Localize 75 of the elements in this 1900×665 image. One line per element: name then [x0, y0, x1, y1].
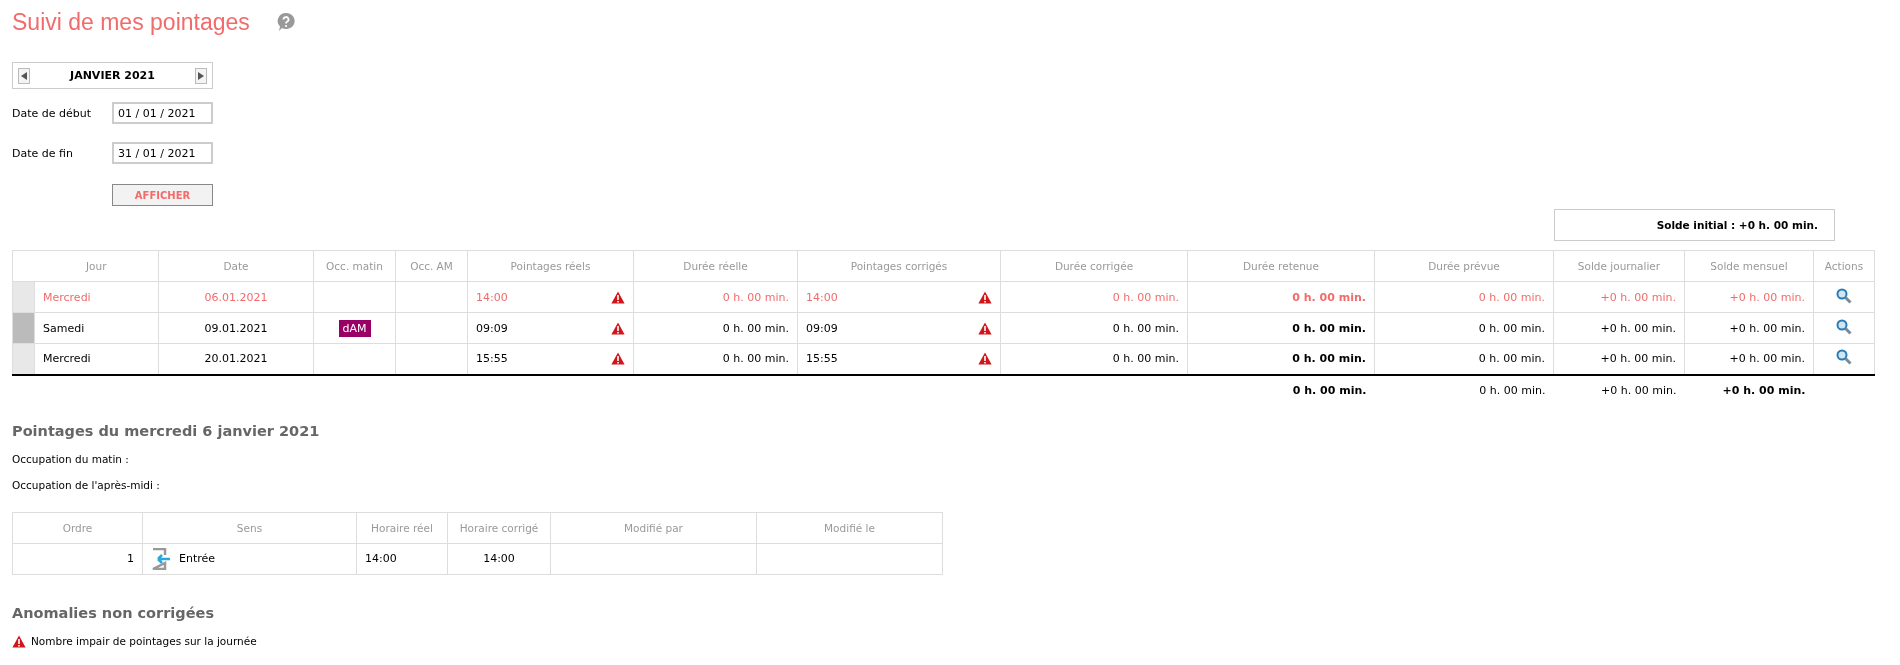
table-cell: 06.01.2021 — [158, 281, 314, 313]
section-heading: Anomalies non corrigées — [12, 604, 216, 621]
right-triangle-icon — [198, 71, 204, 80]
table-cell: 1 — [12, 543, 143, 574]
table-cell: 0 h. 00 min. — [633, 281, 798, 313]
search-button[interactable] — [1836, 318, 1852, 335]
column-header: Horaire corrigé — [447, 512, 551, 543]
previous-month-button[interactable] — [18, 67, 30, 84]
initial-balance: Solde initial : +0 h. 00 min. — [1554, 209, 1835, 241]
column-header: Horaire réel — [356, 512, 448, 543]
table-cell: +0 h. 00 min. — [1553, 281, 1685, 313]
occupation-label: Occupation du matin : — [12, 452, 130, 465]
clock-time: 09:09 — [806, 321, 838, 335]
clock-time: 15:55 — [806, 352, 838, 366]
column-header: Date — [158, 250, 314, 282]
table-cell: Samedi — [34, 312, 159, 344]
table-cell: 14:00 — [356, 543, 448, 574]
column-header: Durée retenue — [1187, 250, 1375, 282]
column-header: Pointages réels — [467, 250, 634, 282]
column-header: Durée prévue — [1374, 250, 1554, 282]
column-header: Ordre — [12, 512, 143, 543]
anomaly-text: Nombre impair de pointages sur la journée — [31, 635, 257, 647]
column-header: Sens — [142, 512, 357, 543]
column-header: Pointages corrigés — [797, 250, 1001, 282]
table-cell: 0 h. 00 min. — [633, 312, 798, 344]
clock-time: 14:00 — [806, 290, 838, 304]
entry-icon — [151, 547, 171, 570]
table-cell: +0 h. 00 min. — [1684, 312, 1814, 344]
table-cell: 0 h. 00 min. — [1000, 281, 1188, 313]
total-cell: 0 h. 00 min. — [1187, 374, 1375, 405]
date-field[interactable]: 01 / 01 / 2021 — [112, 102, 213, 124]
direction-label: Entrée — [179, 552, 216, 565]
table-cell: +0 h. 00 min. — [1684, 281, 1814, 313]
page-title: Suivi de mes pointages — [12, 8, 250, 36]
next-month-button[interactable] — [195, 67, 207, 84]
column-header: Durée corrigée — [1000, 250, 1188, 282]
table-cell: 0 h. 00 min. — [1187, 281, 1375, 313]
column-header: Solde mensuel — [1684, 250, 1814, 282]
left-triangle-icon — [21, 71, 27, 80]
month-label: JANVIER 2021 — [70, 69, 155, 82]
clock-time: 15:55 — [476, 352, 508, 366]
column-header: Occ. matin — [313, 250, 396, 282]
column-header: Occ. AM — [395, 250, 468, 282]
table-cell: 0 h. 00 min. — [1374, 281, 1554, 313]
row-marker[interactable] — [12, 281, 35, 313]
clock-time: 14:00 — [476, 290, 508, 304]
row-marker[interactable] — [12, 312, 35, 344]
search-button[interactable] — [1836, 287, 1852, 304]
clock-time: 09:09 — [476, 321, 508, 335]
field-label: Date de début — [12, 106, 93, 120]
help-icon[interactable] — [275, 12, 296, 32]
occupation-tag: dAM — [338, 319, 371, 337]
table-cell: 0 h. 00 min. — [1187, 312, 1375, 344]
column-header: Durée réelle — [633, 250, 798, 282]
column-header: Jour — [34, 250, 159, 282]
column-header: Solde journalier — [1553, 250, 1685, 282]
table-cell: 14:00 — [447, 543, 551, 574]
date-field[interactable]: 31 / 01 / 2021 — [112, 142, 213, 164]
row-marker[interactable] — [12, 343, 35, 375]
total-cell: +0 h. 00 min. — [1553, 374, 1685, 405]
search-button[interactable] — [1836, 349, 1852, 366]
section-heading: Pointages du mercredi 6 janvier 2021 — [12, 422, 321, 439]
table-cell: 09.01.2021 — [158, 312, 314, 344]
table-cell: 0 h. 00 min. — [1374, 312, 1554, 344]
table-cell: Mercredi — [34, 281, 159, 313]
table-cell: 0 h. 00 min. — [1000, 312, 1188, 344]
column-header: Modifié par — [550, 512, 757, 543]
table-cell: +0 h. 00 min. — [1553, 312, 1685, 344]
total-cell: +0 h. 00 min. — [1684, 374, 1814, 405]
field-label: Date de fin — [12, 146, 74, 160]
column-header: Modifié le — [756, 512, 943, 543]
total-cell: 0 h. 00 min. — [1374, 374, 1554, 405]
warning-icon — [12, 634, 26, 648]
occupation-label: Occupation de l'après-midi : — [12, 478, 161, 491]
column-header: Actions — [1813, 250, 1875, 282]
